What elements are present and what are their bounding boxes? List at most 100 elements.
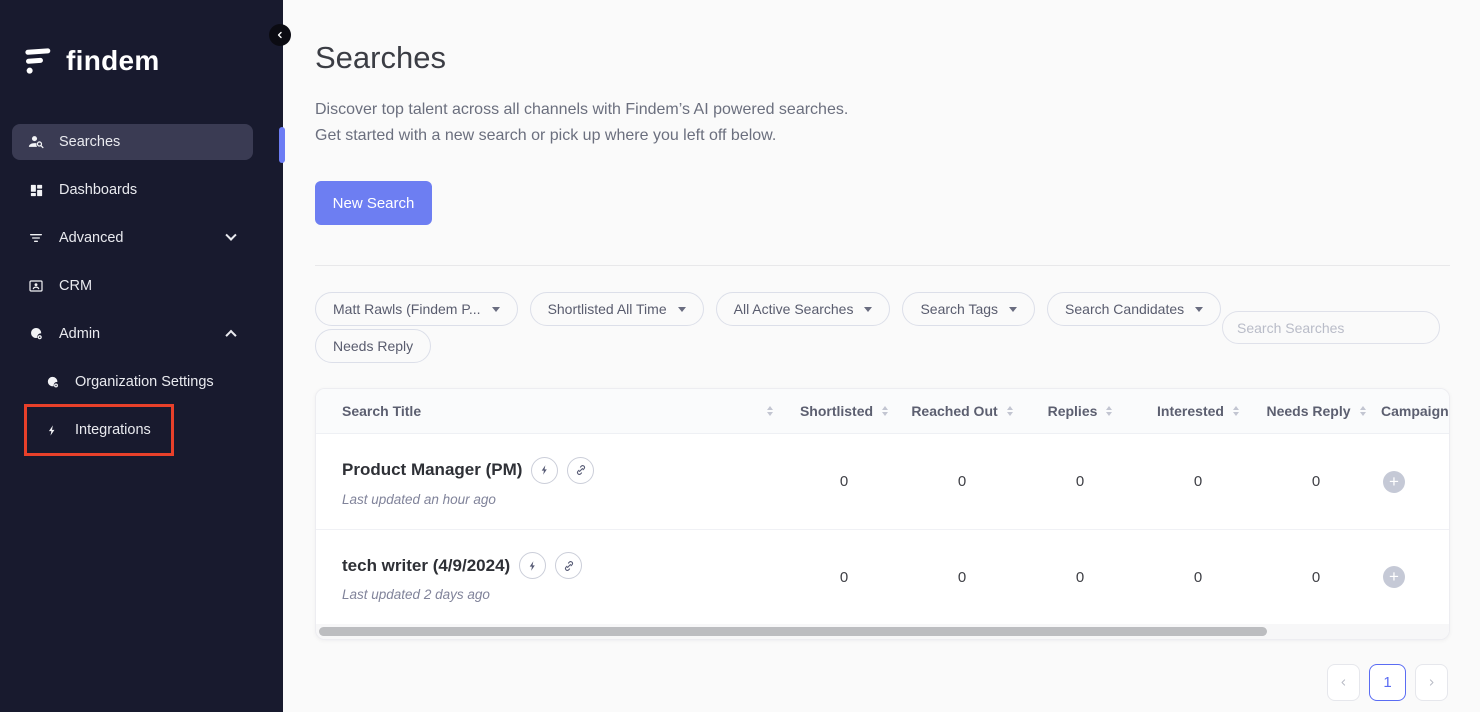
next-page-button[interactable] [1415, 664, 1448, 701]
search-title-link[interactable]: tech writer (4/9/2024) [342, 556, 510, 576]
column-label: Replies [1048, 403, 1098, 419]
shortlisted-value: 0 [785, 473, 903, 490]
bolt-icon [42, 424, 62, 437]
column-header-campaign: Campaign [1375, 403, 1449, 419]
filter-icon [26, 230, 46, 246]
filter-label: Needs Reply [333, 338, 413, 354]
sidebar-item-label: Searches [59, 134, 120, 150]
filter-label: Search Tags [920, 301, 998, 317]
sidebar-collapse-button[interactable] [269, 24, 291, 46]
add-to-campaign-button[interactable]: + [1383, 471, 1405, 493]
horizontal-scrollbar[interactable] [316, 624, 1449, 639]
findem-logo-text: findem [66, 45, 160, 77]
column-header-shortlisted[interactable]: Shortlisted [785, 403, 903, 419]
sort-icon[interactable] [767, 406, 773, 417]
filter-needs-reply[interactable]: Needs Reply [315, 329, 431, 363]
column-label: Search Title [342, 403, 421, 419]
page-description: Discover top talent across all channels … [315, 97, 848, 149]
filter-label: Matt Rawls (Findem P... [333, 301, 481, 317]
sort-icon[interactable] [1007, 406, 1013, 417]
filter-shortlisted-time-dropdown[interactable]: Shortlisted All Time [530, 292, 704, 326]
copy-link-badge-button[interactable] [555, 552, 582, 579]
page-title: Searches [315, 40, 446, 76]
sidebar-item-searches[interactable]: Searches [12, 124, 253, 160]
column-label: Campaign [1381, 403, 1449, 419]
table-row: tech writer (4/9/2024) Last updated 2 da… [316, 529, 1449, 624]
person-search-icon [26, 133, 46, 151]
caret-down-icon [492, 307, 500, 312]
filter-active-searches-dropdown[interactable]: All Active Searches [716, 292, 891, 326]
caret-down-icon [864, 307, 872, 312]
caret-down-icon [1195, 307, 1203, 312]
filter-pills-row2: Needs Reply [315, 329, 431, 363]
search-title-cell: tech writer (4/9/2024) Last updated 2 da… [316, 552, 785, 602]
findem-logo: findem [24, 44, 160, 78]
sidebar-item-dashboards[interactable]: Dashboards [12, 172, 253, 208]
sidebar-item-advanced[interactable]: Advanced [12, 220, 253, 256]
sidebar-item-integrations[interactable]: Integrations [12, 412, 253, 448]
pagination: 1 [1327, 664, 1448, 701]
share-link-icon [574, 463, 588, 477]
sort-icon[interactable] [1106, 406, 1112, 417]
chevron-up-icon [225, 330, 236, 341]
sidebar-item-label: Advanced [59, 230, 124, 246]
sort-icon[interactable] [1233, 406, 1239, 417]
sidebar-item-admin[interactable]: Admin [12, 316, 253, 352]
needs-reply-value: 0 [1257, 569, 1375, 586]
filter-search-candidates-dropdown[interactable]: Search Candidates [1047, 292, 1221, 326]
sidebar-item-organization-settings[interactable]: Organization Settings [12, 364, 253, 400]
bolt-badge-button[interactable] [531, 457, 558, 484]
admin-settings-icon [26, 326, 46, 342]
column-header-replies[interactable]: Replies [1021, 403, 1139, 419]
chevron-left-icon [1339, 678, 1348, 687]
column-header-search-title[interactable]: Search Title [316, 403, 785, 419]
page-description-line1: Discover top talent across all channels … [315, 97, 848, 123]
replies-value: 0 [1021, 473, 1139, 490]
search-searches-input[interactable] [1222, 311, 1440, 344]
search-title-link[interactable]: Product Manager (PM) [342, 460, 522, 480]
sidebar-item-label: Integrations [75, 422, 151, 438]
sidebar-item-label: Organization Settings [75, 374, 214, 390]
add-to-campaign-button[interactable]: + [1383, 566, 1405, 588]
filter-label: Shortlisted All Time [548, 301, 667, 317]
page-description-line2: Get started with a new search or pick up… [315, 123, 848, 149]
interested-value: 0 [1139, 473, 1257, 490]
interested-value: 0 [1139, 569, 1257, 586]
sidebar-item-label: CRM [59, 278, 92, 294]
sort-icon[interactable] [1360, 406, 1366, 417]
prev-page-button[interactable] [1327, 664, 1360, 701]
findem-logo-icon [23, 43, 55, 79]
column-label: Needs Reply [1266, 403, 1350, 419]
sidebar-item-crm[interactable]: CRM [12, 268, 253, 304]
active-item-indicator [279, 127, 285, 163]
filter-owner-dropdown[interactable]: Matt Rawls (Findem P... [315, 292, 518, 326]
searches-table-card: Search Title Shortlisted Reached Out Rep… [315, 388, 1450, 640]
sidebar-item-label: Admin [59, 326, 100, 342]
column-label: Interested [1157, 403, 1224, 419]
sort-icon[interactable] [882, 406, 888, 417]
filter-search-tags-dropdown[interactable]: Search Tags [902, 292, 1035, 326]
column-header-needs-reply[interactable]: Needs Reply [1257, 403, 1375, 419]
filter-label: Search Candidates [1065, 301, 1184, 317]
column-label: Shortlisted [800, 403, 873, 419]
horizontal-scrollbar-thumb[interactable] [319, 627, 1267, 636]
filter-label: All Active Searches [734, 301, 854, 317]
main-content: Searches Discover top talent across all … [283, 0, 1480, 712]
chevron-right-icon [1427, 678, 1436, 687]
page-1-button[interactable]: 1 [1369, 664, 1406, 701]
column-label: Reached Out [911, 403, 997, 419]
last-updated-text: Last updated 2 days ago [342, 587, 785, 602]
needs-reply-value: 0 [1257, 473, 1375, 490]
section-divider [315, 265, 1450, 266]
filter-pills-row: Matt Rawls (Findem P... Shortlisted All … [315, 292, 1221, 326]
new-search-button[interactable]: New Search [315, 181, 432, 225]
replies-value: 0 [1021, 569, 1139, 586]
contact-card-icon [26, 278, 46, 294]
shortlisted-value: 0 [785, 569, 903, 586]
table-header-row: Search Title Shortlisted Reached Out Rep… [316, 389, 1449, 434]
copy-link-badge-button[interactable] [567, 457, 594, 484]
caret-down-icon [678, 307, 686, 312]
column-header-interested[interactable]: Interested [1139, 403, 1257, 419]
column-header-reached-out[interactable]: Reached Out [903, 403, 1021, 419]
bolt-badge-button[interactable] [519, 552, 546, 579]
